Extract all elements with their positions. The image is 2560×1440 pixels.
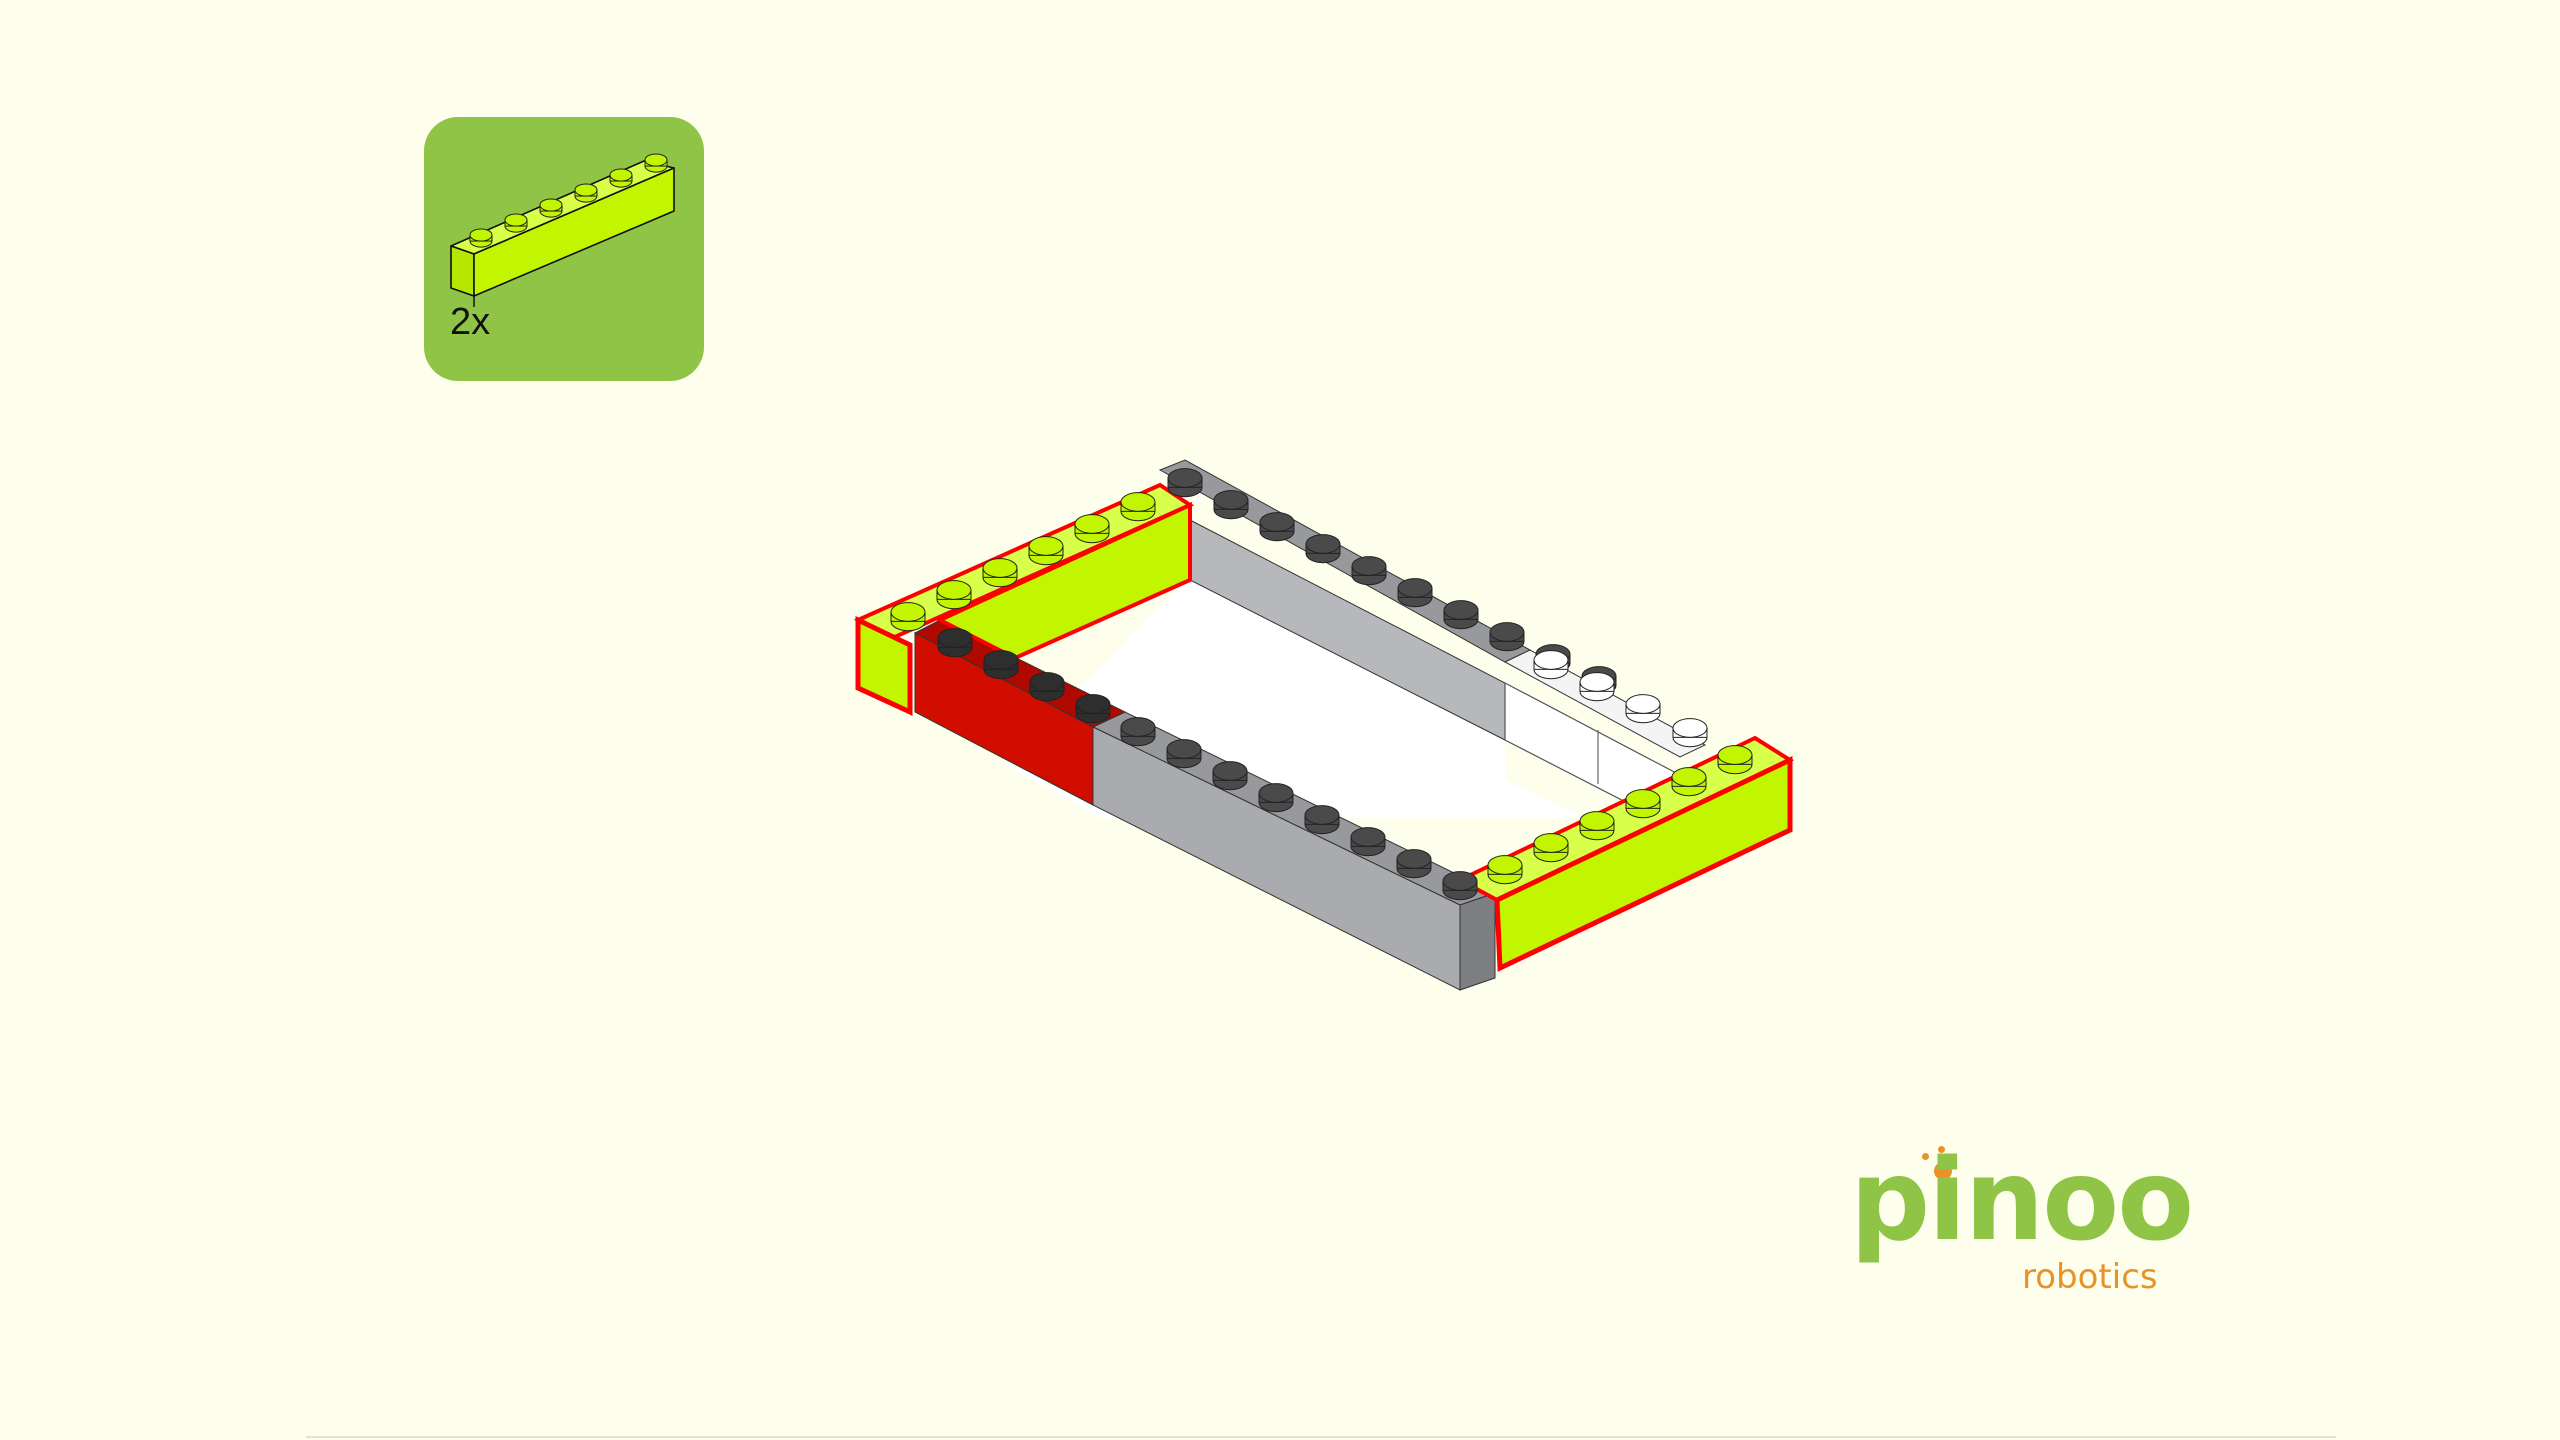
lime-stud — [936, 580, 972, 610]
white-stud — [1579, 672, 1615, 702]
gray-stud — [1259, 512, 1295, 542]
lime-stud — [1028, 536, 1064, 566]
lime-stud — [1074, 514, 1110, 544]
red-brick-stud — [937, 628, 973, 658]
white-stud — [1672, 718, 1708, 748]
lime-stud — [1120, 492, 1156, 522]
gray-stud — [1489, 622, 1525, 652]
gray-stud — [1442, 871, 1478, 901]
gray-stud — [1305, 534, 1341, 564]
gray-stud — [1351, 556, 1387, 586]
logo-subtitle: robotics — [2022, 1257, 2158, 1297]
white-stud — [1625, 694, 1661, 724]
gray-stud — [1167, 468, 1203, 498]
gray-stud — [1443, 600, 1479, 630]
gray-stud — [1212, 761, 1248, 791]
lime-stud — [1671, 767, 1707, 797]
footer-divider — [306, 1436, 2336, 1438]
lime-stud — [1533, 833, 1569, 863]
gray-stud — [1120, 717, 1156, 747]
lime-stud — [890, 602, 926, 632]
red-brick-stud — [983, 650, 1019, 680]
lime-stud — [982, 558, 1018, 588]
gray-stud — [1350, 827, 1386, 857]
gray-stud — [1304, 805, 1340, 835]
white-stud — [1533, 650, 1569, 680]
pinoo-robotics-logo: pinoo robotics — [1850, 1145, 2194, 1305]
lime-stud — [1625, 789, 1661, 819]
gray-stud — [1397, 578, 1433, 608]
red-brick-stud — [1075, 694, 1111, 724]
gray-stud — [1213, 490, 1249, 520]
gray-stud — [1166, 739, 1202, 769]
lime-stud — [1717, 745, 1753, 775]
red-brick-stud — [1029, 672, 1065, 702]
lime-stud — [1487, 855, 1523, 885]
gray-stud — [1396, 849, 1432, 879]
gray-stud — [1258, 783, 1294, 813]
logo-wordmark: pinoo — [1850, 1136, 2194, 1266]
instruction-page: 2x pinoo robotics — [0, 0, 2560, 1440]
lime-stud — [1579, 811, 1615, 841]
